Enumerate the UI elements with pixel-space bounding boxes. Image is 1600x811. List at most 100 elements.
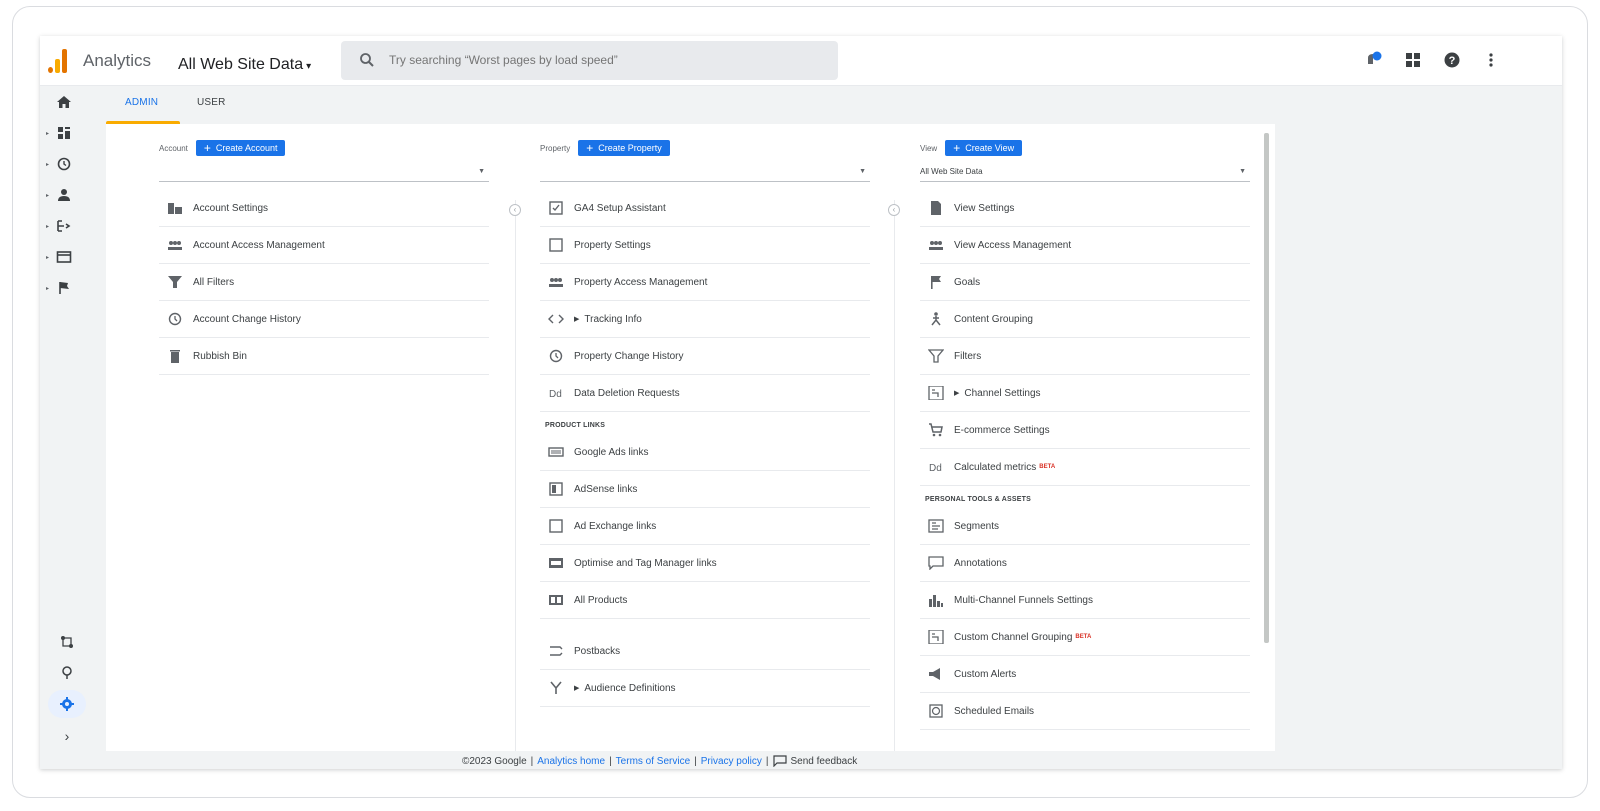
item-label: Optimise and Tag Manager links [574,557,717,569]
nav-acquisition[interactable]: ▸ [46,213,90,239]
mcf-settings-item[interactable]: Multi-Channel Funnels Settings [920,582,1250,619]
property-items: GA4 Setup Assistant Property Settings Pr… [540,190,870,707]
panel-scrollbar[interactable] [1264,133,1269,643]
property-selector[interactable]: All Web Site Data ▾ [178,56,311,74]
tab-user[interactable]: USER [197,97,226,108]
channel-icon [928,630,944,644]
optimise-links-item[interactable]: Optimise and Tag Manager links [540,545,870,582]
content-grouping-item[interactable]: Content Grouping [920,301,1250,338]
create-account-button[interactable]: + Create Account [195,140,286,156]
search-input[interactable] [389,50,819,70]
item-label: Goals [954,276,981,288]
footer: ©2023 Google | Analytics home | Terms of… [40,751,1562,769]
item-label: Property Change History [574,350,684,362]
nav-attribution[interactable] [48,628,86,656]
people-icon [168,241,182,250]
audience-definitions-item[interactable]: ▶ Audience Definitions [540,670,870,707]
nav-expand[interactable]: › [48,722,86,750]
scheduled-emails-item[interactable]: Scheduled Emails [920,693,1250,730]
all-products-item[interactable]: All Products [540,582,870,619]
nav-conversions[interactable]: ▸ [46,275,90,301]
feedback-icon [772,755,787,767]
nav-realtime[interactable]: ▸ [46,151,90,177]
admin-panel: Account + Create Account ▼ Account Settin… [106,124,1275,760]
data-deletion-item[interactable]: Dd Data Deletion Requests [540,375,870,412]
goals-item[interactable]: Goals [920,264,1250,301]
acquisition-icon [57,220,71,232]
item-label: AdSense links [574,483,638,495]
notifications-icon[interactable] [1365,51,1383,69]
custom-alerts-item[interactable]: Custom Alerts [920,656,1250,693]
more-vert-icon[interactable] [1482,51,1500,69]
item-label: View Access Management [954,239,1072,251]
view-settings-item[interactable]: View Settings [920,190,1250,227]
view-header: View + Create View [920,139,1023,157]
nav-home[interactable] [46,89,90,115]
realtime-icon [57,157,71,171]
item-label: Tracking Info [584,313,642,325]
product-links-heading: PRODUCT LINKS [545,422,606,429]
annotations-item[interactable]: Annotations [920,545,1250,582]
item-label: Content Grouping [954,313,1033,325]
item-label: All Filters [193,276,235,288]
adsense-links-item[interactable]: AdSense links [540,471,870,508]
postbacks-item[interactable]: Postbacks [540,633,870,670]
admin-tabs: ADMIN USER [106,86,1562,124]
nav-audience[interactable]: ▸ [46,182,90,208]
create-property-button[interactable]: + Create Property [578,140,670,156]
bar-chart-icon [929,595,943,607]
property-settings-item[interactable]: Property Settings [540,227,870,264]
item-label: Account Settings [193,202,269,214]
all-filters-item[interactable]: All Filters [159,264,489,301]
account-selector[interactable]: ▼ [159,164,489,182]
footer-separator: | [765,755,769,767]
admin-gear-icon [60,697,74,711]
account-settings-item[interactable]: Account Settings [159,190,489,227]
account-header: Account + Create Account [159,139,286,157]
item-label: Multi-Channel Funnels Settings [954,594,1093,606]
nav-discover[interactable] [48,659,86,687]
expand-arrow-icon: ▶ [954,390,960,397]
collapse-column-icon[interactable]: ‹ [888,204,900,216]
item-label: Data Deletion Requests [574,387,680,399]
comment-icon [928,556,944,570]
privacy-link[interactable]: Privacy policy [701,756,762,767]
ga4-setup-item[interactable]: GA4 Setup Assistant [540,190,870,227]
apps-grid-icon[interactable] [1404,51,1422,69]
segments-item[interactable]: Segments [920,508,1250,545]
cart-icon [929,423,943,437]
view-selector[interactable]: All Web Site Data ▼ [920,164,1250,182]
custom-channel-grouping-item[interactable]: Custom Channel Grouping BETA [920,619,1250,656]
calculated-metrics-item[interactable]: Dd Calculated metrics BETA [920,449,1250,486]
nav-admin[interactable] [48,690,86,718]
tab-admin[interactable]: ADMIN [125,97,158,108]
create-view-button[interactable]: + Create View [945,140,1023,156]
property-history-item[interactable]: Property Change History [540,338,870,375]
dropdown-arrow-icon: ▼ [1239,168,1246,175]
terms-link[interactable]: Terms of Service [616,756,690,767]
property-access-item[interactable]: Property Access Management [540,264,870,301]
rubbish-bin-item[interactable]: Rubbish Bin [159,338,489,375]
ecommerce-settings-item[interactable]: E-commerce Settings [920,412,1250,449]
channel-settings-item[interactable]: ▶ Channel Settings [920,375,1250,412]
history-icon [168,312,182,326]
property-selector[interactable]: ▼ [540,164,870,182]
ad-exchange-links-item[interactable]: Ad Exchange links [540,508,870,545]
nav-behavior[interactable]: ▸ [46,244,90,270]
account-history-item[interactable]: Account Change History [159,301,489,338]
account-access-item[interactable]: Account Access Management [159,227,489,264]
analytics-home-link[interactable]: Analytics home [537,756,605,767]
filters-item[interactable]: Filters [920,338,1250,375]
tracking-info-item[interactable]: ▶ Tracking Info [540,301,870,338]
nav-customization[interactable]: ▸ [46,120,90,146]
expand-arrow-icon: ▶ [574,316,580,323]
send-feedback-link[interactable]: Send feedback [791,756,858,767]
create-account-label: Create Account [215,143,278,153]
column-divider [894,200,895,760]
google-ads-links-item[interactable]: Google Ads links [540,434,870,471]
view-access-item[interactable]: View Access Management [920,227,1250,264]
collapse-column-icon[interactable]: ‹ [509,204,521,216]
caret-down-icon: ▾ [306,61,312,72]
search-bar[interactable] [341,41,838,80]
help-icon[interactable]: ? [1443,51,1461,69]
